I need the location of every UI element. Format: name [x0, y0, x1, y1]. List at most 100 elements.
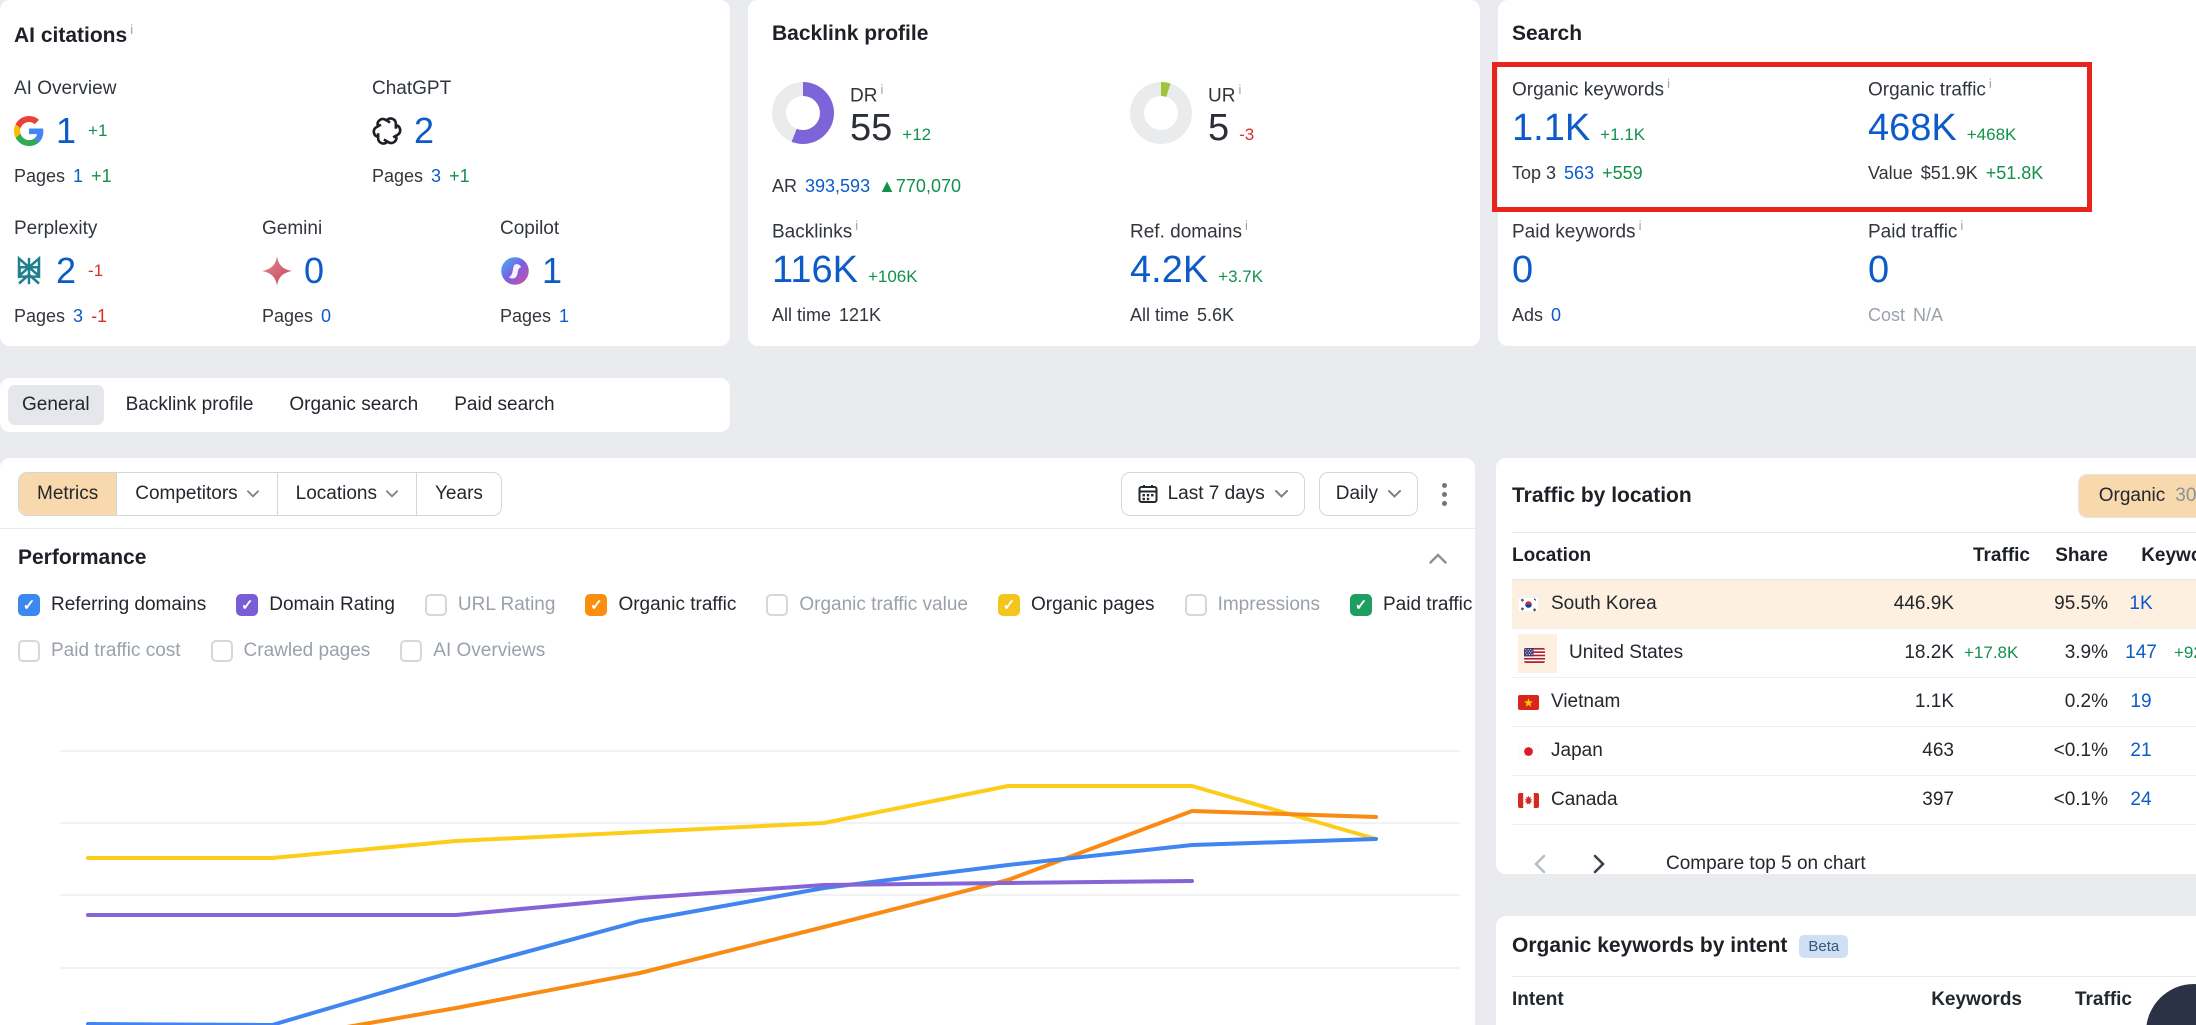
ar-value[interactable]: 393,593	[805, 176, 870, 197]
metric-checkbox-referring-domains[interactable]: ✓Referring domains	[18, 594, 206, 616]
column-header-traffic[interactable]: Traffic	[1842, 533, 2030, 580]
performance-title: Performance	[18, 546, 146, 570]
ai-citations-title: AI citationsi	[14, 22, 716, 48]
metric-checkbox-organic-traffic[interactable]: ✓Organic traffic	[585, 594, 736, 616]
paid-traffic-value[interactable]: 0	[1868, 251, 1889, 291]
more-options-kebab-icon[interactable]	[1432, 477, 1457, 512]
citation-count[interactable]: 0	[304, 250, 324, 292]
performance-panel: MetricsCompetitors Locations Years Last 7 …	[0, 458, 1475, 1025]
date-range-button[interactable]: Last 7 days	[1121, 472, 1305, 516]
location-row[interactable]: Canada397<0.1%24	[1512, 776, 2196, 825]
traffic-value: 397	[1842, 776, 1954, 825]
organic-keywords-value[interactable]: 1.1K	[1512, 109, 1590, 149]
traffic-delta	[1954, 776, 2030, 825]
intent-column-header-traffic[interactable]: Traffic	[2022, 989, 2132, 1011]
segment-label: Locations	[296, 483, 377, 505]
keywords-link[interactable]: 19	[2108, 678, 2174, 727]
metric-checkbox-organic-pages[interactable]: ✓Organic pages	[998, 594, 1155, 616]
location-row[interactable]: South Korea446.9K95.5%1K	[1512, 580, 2196, 629]
toggle-label: Organic	[2099, 485, 2166, 507]
location-cell: United States	[1512, 629, 1842, 677]
collapse-chevron-up-icon[interactable]	[1419, 549, 1457, 568]
sub-value[interactable]: 563	[1564, 163, 1594, 184]
granularity-button[interactable]: Daily	[1319, 472, 1418, 516]
citation-count[interactable]: 1	[56, 110, 76, 152]
location-row[interactable]: United States18.2K+17.8K3.9%147+92	[1512, 629, 2196, 678]
column-header-location[interactable]: Location	[1512, 533, 1842, 580]
column-header-keywords[interactable]: Keywords	[2108, 533, 2196, 580]
keywords-link[interactable]: 24	[2108, 776, 2174, 825]
checkbox-label: Impressions	[1218, 594, 1320, 616]
location-row[interactable]: Japan463<0.1%21	[1512, 727, 2196, 776]
citation-count[interactable]: 1	[542, 250, 562, 292]
organic-keywords-block: Organic keywordsi1.1K+1.1KTop 3563+559	[1512, 76, 1670, 184]
sub-value[interactable]: 3	[73, 306, 83, 327]
location-row[interactable]: Vietnam1.1K0.2%19	[1512, 678, 2196, 727]
prev-page-chevron-icon[interactable]	[1522, 847, 1556, 881]
metric-checkbox-domain-rating[interactable]: ✓Domain Rating	[236, 594, 395, 616]
citation-count[interactable]: 2	[56, 250, 76, 292]
sub-value[interactable]: 0	[321, 306, 331, 327]
ar-delta: ▲770,070	[878, 176, 961, 197]
metric-checkbox-paid-traffic[interactable]: ✓Paid traffic	[1350, 594, 1472, 616]
traffic-delta	[1954, 580, 2030, 629]
sub-value[interactable]: 1	[559, 306, 569, 327]
intent-column-header-intent[interactable]: Intent	[1512, 989, 1892, 1011]
us-flag-icon	[1518, 634, 1557, 673]
beta-badge: Beta	[1799, 935, 1848, 958]
ai-source-label: Copilot	[500, 218, 569, 240]
pages-row: Pages1+1	[14, 166, 116, 187]
citation-count[interactable]: 2	[414, 110, 434, 152]
keywords-by-intent-title: Organic keywords by intent	[1512, 934, 1787, 958]
segment-years[interactable]: Years	[416, 473, 501, 515]
sub-value[interactable]: 3	[431, 166, 441, 187]
checkbox-icon	[1185, 594, 1207, 616]
paid-keywords-label: Paid keywordsi	[1512, 218, 1641, 243]
keywords-delta	[2174, 727, 2196, 776]
dr-delta: +12	[902, 125, 931, 145]
intent-column-header-keywords[interactable]: Keywords	[1892, 989, 2022, 1011]
tab-general[interactable]: General	[8, 385, 104, 425]
ref-domains-value[interactable]: 4.2K	[1130, 251, 1208, 291]
ca-flag-icon	[1518, 793, 1539, 808]
keywords-link[interactable]: 1K	[2108, 580, 2174, 629]
organic-traffic-value[interactable]: 468K	[1868, 109, 1957, 149]
next-page-chevron-icon[interactable]	[1582, 847, 1616, 881]
tab-backlink-profile[interactable]: Backlink profile	[112, 385, 268, 425]
traffic-by-location-panel: Traffic by location Organic30Paid0 Locat…	[1496, 458, 2196, 874]
ai-citations-panel: AI citationsi AI Overview1+1Pages1+1Chat…	[0, 0, 730, 346]
organic-traffic-sub-row: Value$51.9K+51.8K	[1868, 163, 2043, 184]
tab-organic-search[interactable]: Organic search	[275, 385, 432, 425]
traffic-delta	[1954, 727, 2030, 776]
sub-value: N/A	[1913, 305, 1943, 326]
tab-paid-search[interactable]: Paid search	[440, 385, 568, 425]
traffic-delta	[1954, 678, 2030, 727]
keywords-link[interactable]: 147	[2108, 629, 2174, 678]
metric-checkbox-paid-traffic-cost[interactable]: Paid traffic cost	[18, 640, 181, 662]
ai-citation-value-row: 1	[500, 250, 569, 292]
checkbox-icon: ✓	[998, 594, 1020, 616]
column-header-share[interactable]: Share	[2030, 533, 2108, 580]
sub-value: +1	[449, 166, 470, 187]
organic-keywords-value-row: 1.1K+1.1K	[1512, 109, 1670, 149]
metric-checkbox-ai-overviews[interactable]: AI Overviews	[400, 640, 545, 662]
sub-value[interactable]: 0	[1551, 305, 1561, 326]
metric-checkbox-url-rating[interactable]: URL Rating	[425, 594, 556, 616]
metric-checkbox-impressions[interactable]: Impressions	[1185, 594, 1320, 616]
segment-competitors[interactable]: Competitors	[116, 473, 276, 515]
toggle-organic[interactable]: Organic30	[2079, 475, 2196, 517]
segment-metrics[interactable]: Metrics	[19, 473, 116, 515]
keywords-link[interactable]: 21	[2108, 727, 2174, 776]
organic-paid-toggle: Organic30Paid0	[2078, 474, 2196, 518]
ai-citation-card: Perplexity2-1Pages3-1	[14, 218, 107, 327]
ahrefs-rank-row: AR 393,593 ▲770,070	[772, 176, 961, 197]
segment-locations[interactable]: Locations	[277, 473, 416, 515]
paid-keywords-value[interactable]: 0	[1512, 251, 1533, 291]
backlinks-value[interactable]: 116K	[772, 251, 858, 291]
sub-value[interactable]: 1	[73, 166, 83, 187]
metric-checkbox-crawled-pages[interactable]: Crawled pages	[211, 640, 371, 662]
share-value: <0.1%	[2030, 776, 2108, 825]
compare-top5-link[interactable]: Compare top 5 on chart	[1666, 853, 1866, 875]
metric-checkbox-organic-traffic-value[interactable]: Organic traffic value	[766, 594, 968, 616]
copilot-icon	[500, 256, 530, 286]
